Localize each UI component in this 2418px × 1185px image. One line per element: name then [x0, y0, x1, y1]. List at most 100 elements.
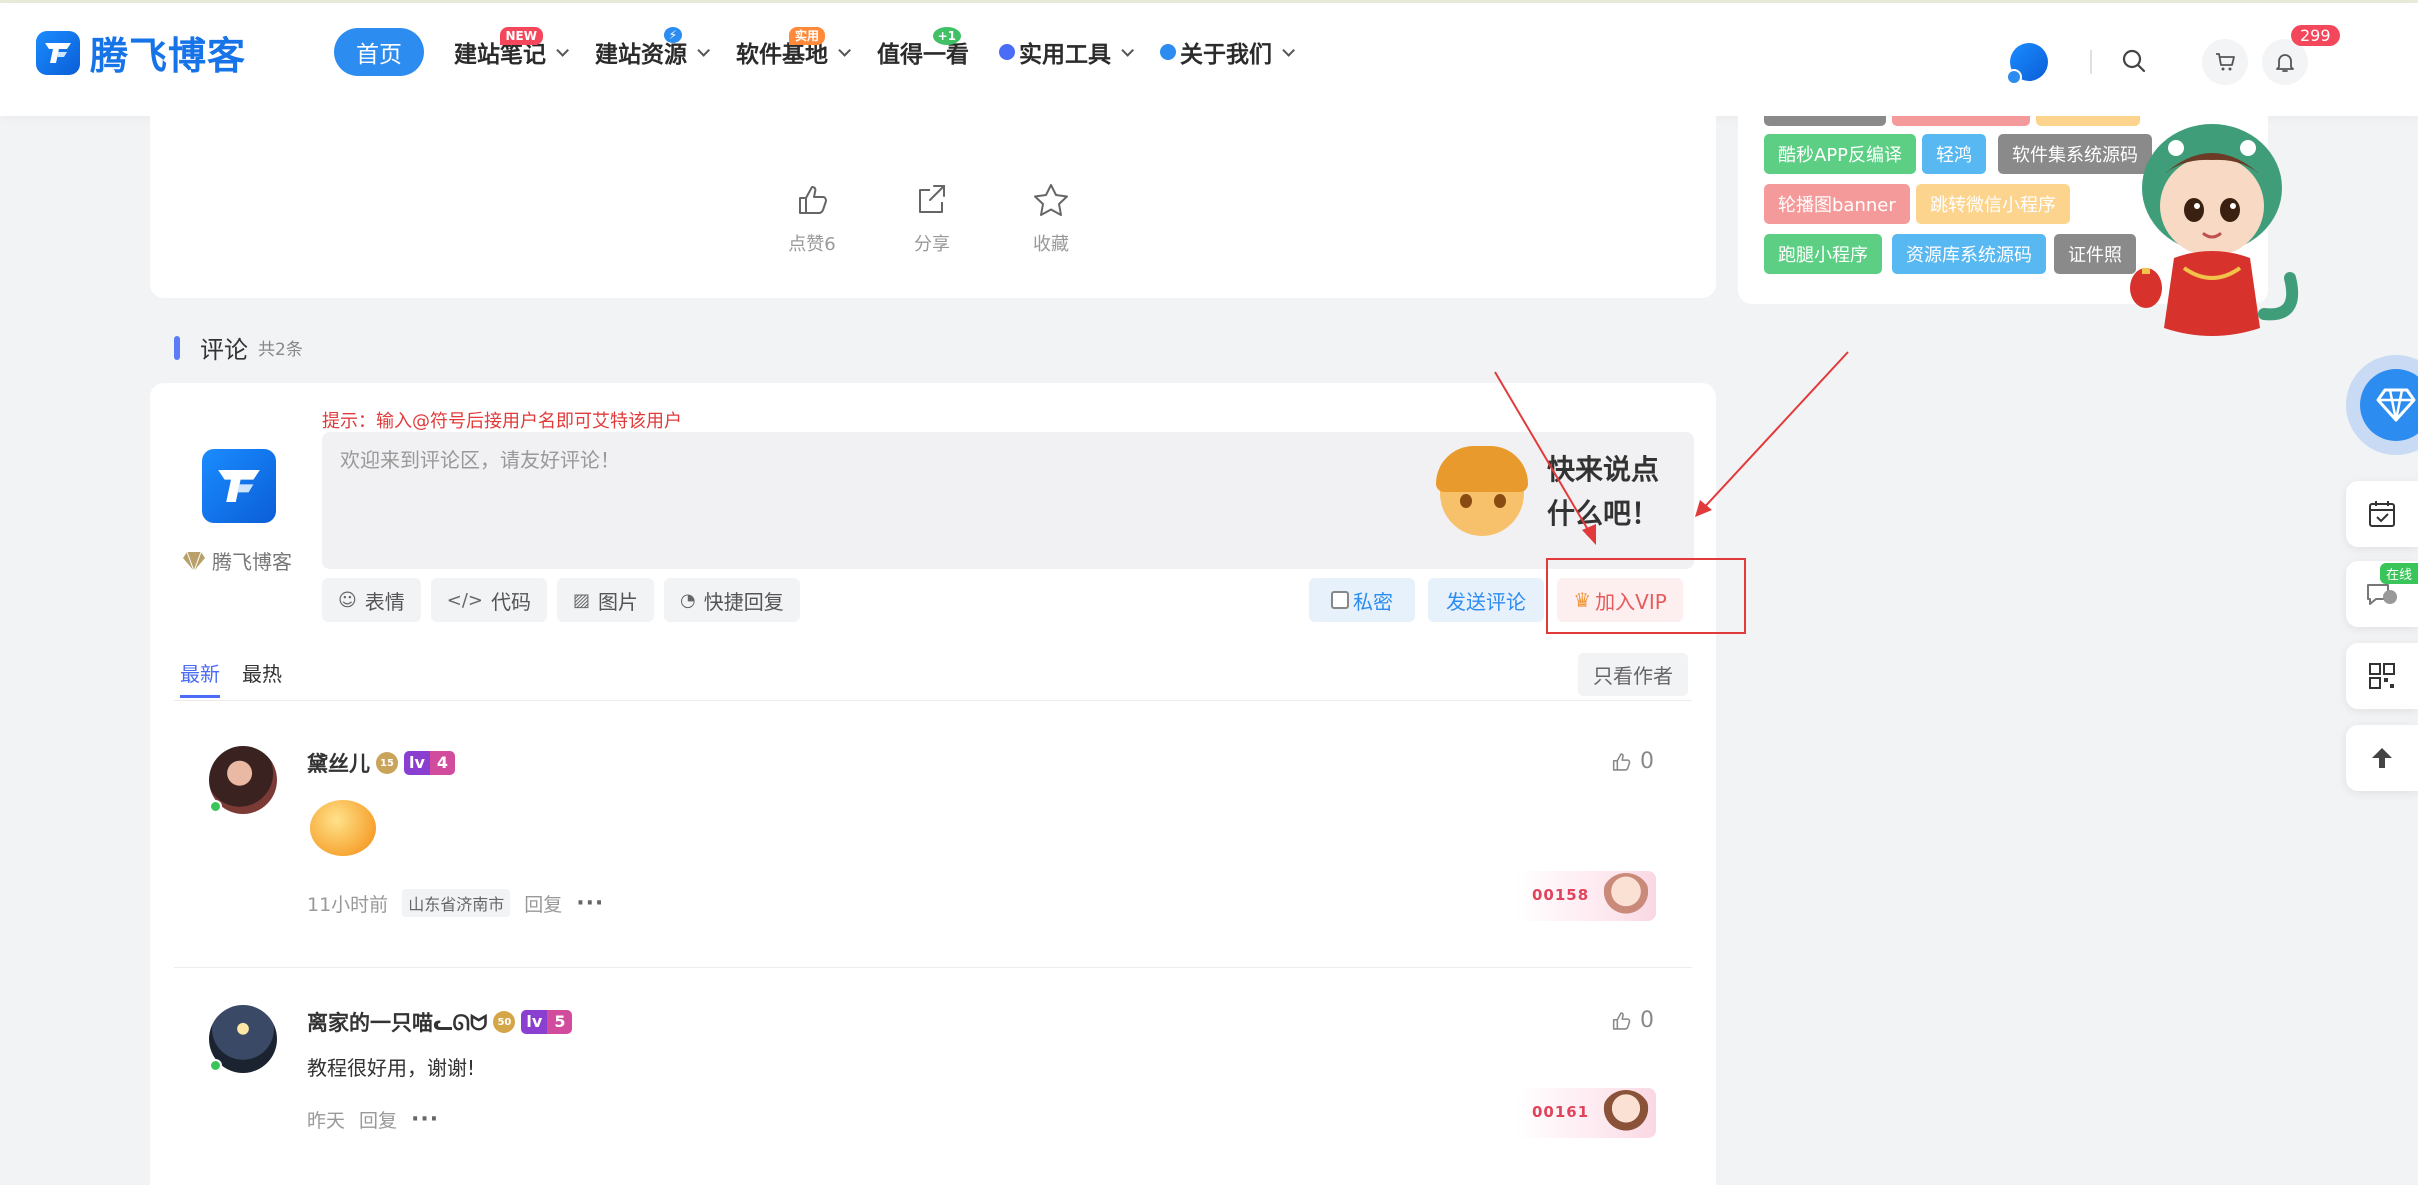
- thumbs-up-icon: [1612, 752, 1631, 771]
- vip-diamond-button[interactable]: [2346, 355, 2418, 455]
- chevron-down-icon: [697, 43, 710, 57]
- current-user-avatar: [202, 449, 276, 523]
- tag-item[interactable]: 资源库系统源码: [1892, 234, 2046, 274]
- star-icon: [1034, 184, 1068, 216]
- sticker-hair: [1436, 446, 1528, 492]
- sticker-eye: [1494, 494, 1506, 508]
- nav-home-label: 首页: [356, 42, 402, 68]
- user-card-badge: 00158: [1516, 871, 1656, 921]
- only-author-button[interactable]: 只看作者: [1578, 653, 1688, 696]
- thumbs-up-icon: [1612, 1011, 1631, 1030]
- more-icon[interactable]: ···: [411, 1107, 439, 1132]
- header-divider: [2090, 50, 2092, 74]
- image-label: 图片: [598, 589, 639, 614]
- laughing-emoji-icon: [310, 800, 376, 856]
- favorite-button[interactable]: 收藏: [1001, 182, 1101, 256]
- image-button[interactable]: ▨ 图片: [557, 578, 655, 622]
- info-icon: [1160, 44, 1176, 60]
- comment-like-button[interactable]: 0: [1610, 1008, 1654, 1033]
- comment-like-button[interactable]: 0: [1610, 749, 1654, 774]
- nav-tools[interactable]: 实用工具: [999, 28, 1134, 76]
- like-button[interactable]: 点赞6: [762, 182, 862, 256]
- emoji-button[interactable]: ☺ 表情: [322, 578, 421, 622]
- nav-badge-bolt-icon: ⚡: [663, 27, 682, 43]
- medal-badge: 50: [493, 1011, 516, 1033]
- notification-count-badge: 299: [2291, 25, 2340, 46]
- comment-text: 教程很好用，谢谢!: [307, 1056, 476, 1080]
- comment-time: 昨天: [307, 1110, 346, 1132]
- diamond-icon: [183, 551, 205, 572]
- emoji-label: 表情: [364, 589, 405, 614]
- nav-badge-plus: +1: [932, 27, 961, 45]
- comment-author[interactable]: 离家的一只喵ᓚᘏᗢ 50 lv 5: [307, 1007, 573, 1037]
- online-tag: 在线: [2379, 563, 2418, 584]
- nav-software[interactable]: 软件基地 实用: [736, 27, 851, 76]
- tag-partial[interactable]: [1892, 116, 2030, 126]
- search-icon[interactable]: [2120, 47, 2150, 77]
- quick-reply-button[interactable]: ◔ 快捷回复: [664, 578, 800, 622]
- share-button[interactable]: 分享: [882, 182, 982, 256]
- logo-text: 腾飞博客: [90, 34, 247, 78]
- private-label: 私密: [1353, 589, 1393, 614]
- quick-reply-icon: ◔: [680, 589, 696, 611]
- share-icon: [919, 185, 945, 213]
- comment-meta: 11小时前 山东省济南市 回复 ···: [307, 889, 604, 917]
- image-icon: ▨: [573, 589, 591, 611]
- main-nav: 首页 建站笔记 NEW 建站资源 ⚡ 软件基地 实用 值得一看 +1 实用工具 …: [334, 27, 1321, 76]
- tag-item[interactable]: 酷秒APP反编译: [1764, 134, 1917, 174]
- level-prefix: lv: [521, 1010, 548, 1034]
- code-icon: </>: [446, 589, 483, 611]
- nav-worth[interactable]: 值得一看 +1: [877, 27, 969, 76]
- private-toggle[interactable]: 私密: [1309, 578, 1415, 622]
- annotation-arrow-right: [1699, 351, 1849, 513]
- chevron-down-icon: [838, 43, 851, 57]
- comment-author-name: 黛丝儿: [307, 752, 370, 776]
- nav-home[interactable]: 首页: [334, 28, 424, 76]
- comment-author[interactable]: 黛丝儿 15 lv 4: [307, 748, 456, 778]
- comment-meta: 昨天 回复 ···: [307, 1106, 439, 1133]
- comment-time: 11小时前: [307, 893, 389, 916]
- nav-about-label: 关于我们: [1180, 42, 1272, 68]
- user-avatar[interactable]: [2006, 43, 2048, 85]
- send-comment-button[interactable]: 发送评论: [1428, 578, 1544, 622]
- tag-partial[interactable]: [1764, 116, 1886, 126]
- sticker-eye: [1460, 494, 1472, 508]
- level-number: 4: [429, 751, 456, 775]
- current-user-name: 腾飞博客: [182, 546, 292, 575]
- reply-button[interactable]: 回复: [524, 890, 562, 917]
- comment-like-count: 0: [1640, 749, 1654, 774]
- nav-resources[interactable]: 建站资源 ⚡: [595, 27, 710, 76]
- checkin-button[interactable]: [2346, 481, 2418, 547]
- medal-badge: 15: [376, 752, 398, 774]
- back-to-top-button[interactable]: [2346, 725, 2418, 791]
- tag-item[interactable]: 跑腿小程序: [1764, 234, 1882, 274]
- private-checkbox[interactable]: [1331, 591, 1349, 609]
- more-icon[interactable]: ···: [576, 891, 604, 916]
- tab-hot[interactable]: 最热: [242, 658, 282, 698]
- reply-button[interactable]: 回复: [359, 1106, 397, 1133]
- tab-latest[interactable]: 最新: [180, 658, 220, 698]
- tag-item[interactable]: 轮播图banner: [1764, 184, 1910, 224]
- comment-toolbar: ☺ 表情 </> 代码 ▨ 图片 ◔ 快捷回复: [322, 578, 800, 622]
- tag-item[interactable]: 轻鸿: [1922, 134, 1986, 174]
- like-count: 6: [824, 234, 836, 255]
- chevron-down-icon: [1282, 43, 1295, 57]
- comment-author-name: 离家的一只喵ᓚᘏᗢ: [307, 1011, 488, 1035]
- site-logo[interactable]: 腾飞博客: [36, 25, 246, 80]
- share-label: 分享: [914, 234, 950, 255]
- tag-item[interactable]: 跳转微信小程序: [1916, 184, 2070, 224]
- online-service-button[interactable]: 在线: [2346, 561, 2418, 627]
- nav-notes[interactable]: 建站笔记 NEW: [454, 27, 569, 76]
- user-card-number: 00161: [1532, 1103, 1590, 1121]
- list-divider: [174, 700, 1692, 701]
- comment-sort-tabs: 最新 最热: [180, 658, 282, 698]
- comment-location: 山东省济南市: [402, 889, 511, 917]
- nav-about[interactable]: 关于我们: [1160, 28, 1295, 76]
- sticker-text: 快来说点 什么吧！: [1528, 448, 1678, 536]
- qrcode-button[interactable]: [2346, 643, 2418, 709]
- user-card-badge: 00161: [1516, 1088, 1656, 1138]
- code-button[interactable]: </> 代码: [430, 578, 547, 622]
- level-badge: lv 4: [404, 751, 456, 775]
- nav-tools-label: 实用工具: [1019, 42, 1111, 68]
- cart-icon[interactable]: [2202, 39, 2248, 85]
